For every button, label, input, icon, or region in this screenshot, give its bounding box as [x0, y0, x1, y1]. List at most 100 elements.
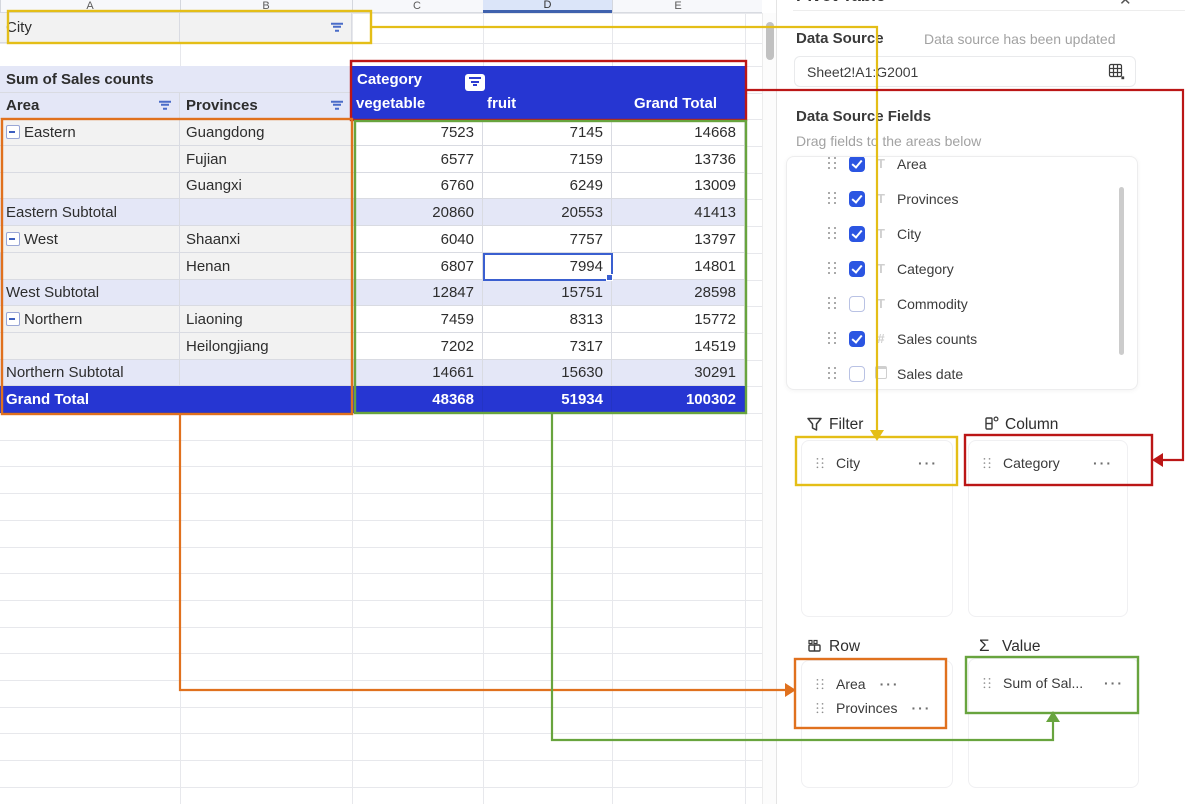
pivot-value-cell[interactable]: 7757 [483, 226, 612, 253]
pivot-area-cell[interactable] [0, 333, 180, 360]
field-row-area[interactable]: TArea [787, 156, 1137, 181]
column-zone[interactable]: Category··· [968, 440, 1128, 617]
pivot-area-cell[interactable]: Eastern [0, 119, 180, 146]
pivot-value-cell[interactable]: 6040 [352, 226, 483, 253]
pivot-value-cell[interactable]: 20553 [483, 199, 612, 226]
pivot-value-cell[interactable]: 15630 [483, 360, 612, 386]
pivot-value-cell[interactable]: 13009 [612, 173, 745, 199]
cell-filter-icon[interactable] [159, 100, 171, 111]
sheet-vertical-scrollbar[interactable] [762, 13, 776, 804]
pivot-province-cell[interactable]: Liaoning [180, 306, 352, 333]
drag-handle-icon[interactable] [828, 157, 836, 170]
pivot-area-cell[interactable]: Northern Subtotal [0, 360, 180, 386]
category-header[interactable]: CategoryvegetablefruitGrand Total [352, 66, 745, 119]
drag-handle-icon[interactable] [817, 678, 824, 689]
checkbox-checked[interactable] [849, 261, 865, 277]
pivot-title-cell[interactable]: Sum of Sales counts [0, 66, 352, 93]
pivot-area-cell[interactable] [0, 146, 180, 173]
pivot-province-cell[interactable]: Guangdong [180, 119, 352, 146]
pivot-province-cell[interactable]: Henan [180, 253, 352, 280]
checkbox-unchecked[interactable] [849, 366, 865, 382]
grand-total-value-cell[interactable]: 51934 [483, 386, 612, 413]
pivot-value-cell[interactable]: 14668 [612, 119, 745, 146]
more-menu-icon[interactable]: ··· [1104, 675, 1124, 691]
filter-zone[interactable]: City··· [801, 440, 953, 617]
pivot-value-cell[interactable]: 6807 [352, 253, 483, 280]
field-row-sales-counts[interactable]: #Sales counts [787, 321, 1137, 356]
checkbox-checked[interactable] [849, 331, 865, 347]
pivot-province-cell[interactable] [180, 360, 352, 386]
chip-column-category[interactable]: Category··· [969, 450, 1127, 476]
checkbox-unchecked[interactable] [849, 296, 865, 312]
pivot-value-cell[interactable]: 14661 [352, 360, 483, 386]
fill-handle[interactable] [606, 274, 613, 281]
row-zone[interactable]: Area···Provinces··· [801, 660, 953, 788]
chip-value-sum-of-sal-[interactable]: Sum of Sal...··· [969, 670, 1138, 696]
pivot-value-cell[interactable]: 30291 [612, 360, 745, 386]
pivot-province-cell[interactable]: Guangxi [180, 173, 352, 199]
checkbox-checked[interactable] [849, 226, 865, 242]
more-menu-icon[interactable]: ··· [1093, 455, 1113, 471]
pivot-value-cell[interactable]: 7159 [483, 146, 612, 173]
column-header-d-active[interactable]: D [483, 0, 612, 13]
field-row-sales-date[interactable]: Sales date [787, 356, 1137, 390]
pivot-value-cell[interactable]: 41413 [612, 199, 745, 226]
pivot-province-cell[interactable]: Heilongjiang [180, 333, 352, 360]
drag-handle-icon[interactable] [817, 457, 824, 468]
drag-handle-icon[interactable] [984, 677, 991, 688]
scrollbar-thumb[interactable] [766, 22, 774, 60]
pivot-value-cell[interactable]: 14519 [612, 333, 745, 360]
cell-filter-icon[interactable] [331, 22, 343, 33]
pivot-value-cell[interactable]: 7317 [483, 333, 612, 360]
select-range-grid-icon[interactable] [1108, 63, 1125, 80]
pivot-value-cell[interactable]: 7145 [483, 119, 612, 146]
pivot-value-cell[interactable]: 15751 [483, 280, 612, 306]
pivot-value-cell[interactable]: 15772 [612, 306, 745, 333]
pivot-area-cell[interactable]: West [0, 226, 180, 253]
pivot-area-cell[interactable]: Northern [0, 306, 180, 333]
pivot-value-cell[interactable]: 14801 [612, 253, 745, 280]
pivot-value-cell[interactable]: 6760 [352, 173, 483, 199]
pivot-area-cell[interactable]: West Subtotal [0, 280, 180, 306]
chip-row-provinces[interactable]: Provinces··· [802, 696, 952, 720]
field-row-provinces[interactable]: TProvinces [787, 181, 1137, 216]
drag-handle-icon[interactable] [828, 332, 836, 345]
pivot-value-cell[interactable]: 7202 [352, 333, 483, 360]
grand-total-value-cell[interactable]: 100302 [612, 386, 745, 413]
pivot-province-cell[interactable] [180, 280, 352, 306]
grand-total-label-cell[interactable]: Grand Total [0, 386, 352, 413]
pivot-value-cell[interactable]: 20860 [352, 199, 483, 226]
pivot-value-cell[interactable]: 6577 [352, 146, 483, 173]
column-header-B[interactable]: B [262, 0, 269, 13]
field-row-city[interactable]: TCity [787, 216, 1137, 251]
checkbox-checked[interactable] [849, 191, 865, 207]
field-row-commodity[interactable]: TCommodity [787, 286, 1137, 321]
pivot-area-cell[interactable] [0, 253, 180, 280]
pivot-value-cell[interactable]: 28598 [612, 280, 745, 306]
pivot-value-cell[interactable]: 6249 [483, 173, 612, 199]
column-header-C[interactable]: C [413, 0, 421, 13]
collapse-minus-icon[interactable] [6, 125, 20, 139]
close-icon[interactable]: ✕ [1119, 0, 1132, 8]
pivot-area-cell[interactable] [0, 173, 180, 199]
chip-filter-city[interactable]: City··· [802, 450, 952, 476]
pivot-value-cell[interactable]: 13736 [612, 146, 745, 173]
pivot-province-cell[interactable]: Shaanxi [180, 226, 352, 253]
drag-handle-icon[interactable] [828, 227, 836, 240]
chip-row-area[interactable]: Area··· [802, 672, 952, 696]
pivot-value-cell[interactable]: 12847 [352, 280, 483, 306]
data-source-range-input[interactable]: Sheet2!A1:G2001 [794, 56, 1136, 87]
area-header-cell[interactable]: Area [0, 93, 180, 119]
provinces-header-cell[interactable]: Provinces [180, 93, 352, 119]
drag-handle-icon[interactable] [984, 457, 991, 468]
fields-list-scrollbar-thumb[interactable] [1119, 187, 1124, 355]
grand-total-value-cell[interactable]: 48368 [352, 386, 483, 413]
collapse-minus-icon[interactable] [6, 312, 20, 326]
drag-handle-icon[interactable] [828, 192, 836, 205]
field-row-category[interactable]: TCategory [787, 251, 1137, 286]
pivot-value-cell[interactable]: 13797 [612, 226, 745, 253]
pivot-value-cell[interactable]: 8313 [483, 306, 612, 333]
checkbox-checked[interactable] [849, 156, 865, 172]
collapse-minus-icon[interactable] [6, 232, 20, 246]
drag-handle-icon[interactable] [828, 297, 836, 310]
